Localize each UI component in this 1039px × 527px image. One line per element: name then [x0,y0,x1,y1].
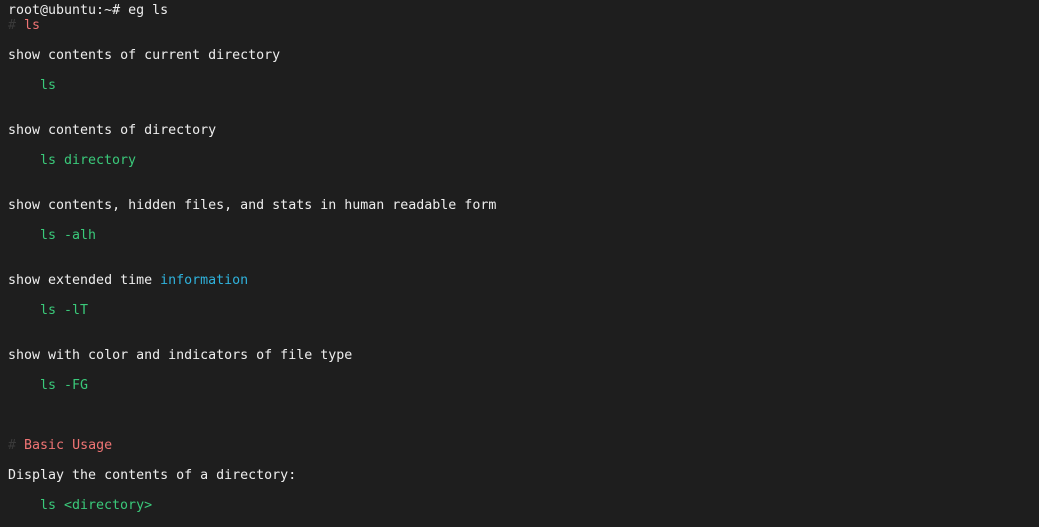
terminal-window[interactable]: root@ubuntu:~# eg ls # ls show contents … [0,0,1039,527]
basic-usage-heading-line: # Basic Usage [8,438,112,453]
example-description: show contents, hidden files, and stats i… [8,198,497,213]
title-text: ls [24,18,41,33]
prompt-command: eg ls [128,3,169,18]
example-command: ls -lT [40,303,89,318]
basic-usage-heading: Basic Usage [24,438,113,453]
example-command: ls -alh [40,228,97,243]
basic-usage-hash: # [8,438,17,453]
example-command: ls [40,78,57,93]
example-command: ls -FG [40,378,89,393]
prompt-line: root@ubuntu:~# eg ls [8,3,168,18]
title-line: # ls [8,18,40,33]
example-description-highlight: information [160,273,249,288]
prompt-user-host: root@ubuntu:~# [8,3,121,18]
title-hash: # [8,18,17,33]
example-command: ls directory [40,153,137,168]
example-description: show with color and indicators of file t… [8,348,353,363]
example-description: show contents of directory [8,123,217,138]
example-description: show extended time information [8,273,248,288]
basic-usage-description: Display the contents of a directory: [8,468,297,483]
example-description: show contents of current directory [8,48,281,63]
basic-usage-command: ls <directory> [40,498,153,513]
example-description-prefix: show extended time [8,273,161,288]
